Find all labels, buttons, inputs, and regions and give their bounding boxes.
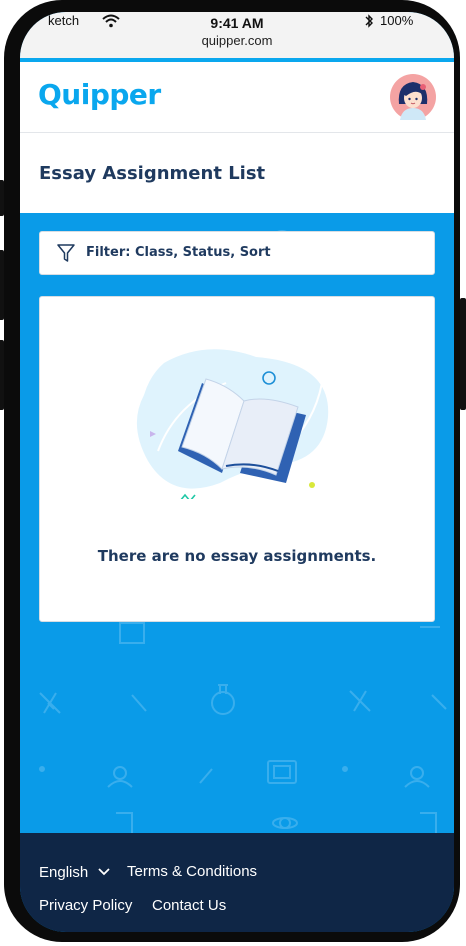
page-title: Essay Assignment List: [39, 163, 266, 184]
silent-switch: [0, 180, 4, 216]
user-avatar[interactable]: [390, 74, 436, 120]
empty-state-card: There are no essay assignments.: [39, 296, 435, 622]
filter-label: Filter: Class, Status, Sort: [86, 245, 271, 260]
browser-status-bar: ketch 9:41 AM quipper.com 100%: [20, 12, 454, 58]
filter-bar[interactable]: Filter: Class, Status, Sort: [39, 231, 435, 275]
terms-link[interactable]: Terms & Conditions: [127, 863, 257, 880]
app-header: Quipper: [20, 62, 454, 133]
volume-up-button: [0, 250, 4, 320]
content-area: Filter: Class, Status, Sort There are no…: [20, 213, 454, 833]
title-bar: Essay Assignment List: [20, 133, 454, 213]
quipper-logo[interactable]: Quipper: [38, 78, 161, 111]
open-book-illustration: [136, 349, 329, 499]
privacy-link[interactable]: Privacy Policy: [39, 897, 132, 914]
language-selector[interactable]: English: [39, 863, 111, 881]
screen: ketch 9:41 AM quipper.com 100% Quipper E…: [20, 12, 454, 932]
phone-frame: ketch 9:41 AM quipper.com 100% Quipper E…: [0, 0, 466, 942]
volume-down-button: [0, 340, 4, 410]
bluetooth-icon: [364, 14, 374, 31]
power-button: [460, 298, 466, 410]
battery-label: 100%: [380, 13, 414, 28]
language-label: English: [39, 864, 89, 881]
empty-state-message: There are no essay assignments.: [97, 547, 377, 565]
contact-link[interactable]: Contact Us: [152, 897, 226, 914]
footer: English Terms & Conditions Privacy Polic…: [20, 833, 454, 932]
funnel-icon: [56, 243, 76, 267]
chevron-down-icon: [98, 863, 111, 880]
url-label[interactable]: quipper.com: [20, 33, 454, 48]
